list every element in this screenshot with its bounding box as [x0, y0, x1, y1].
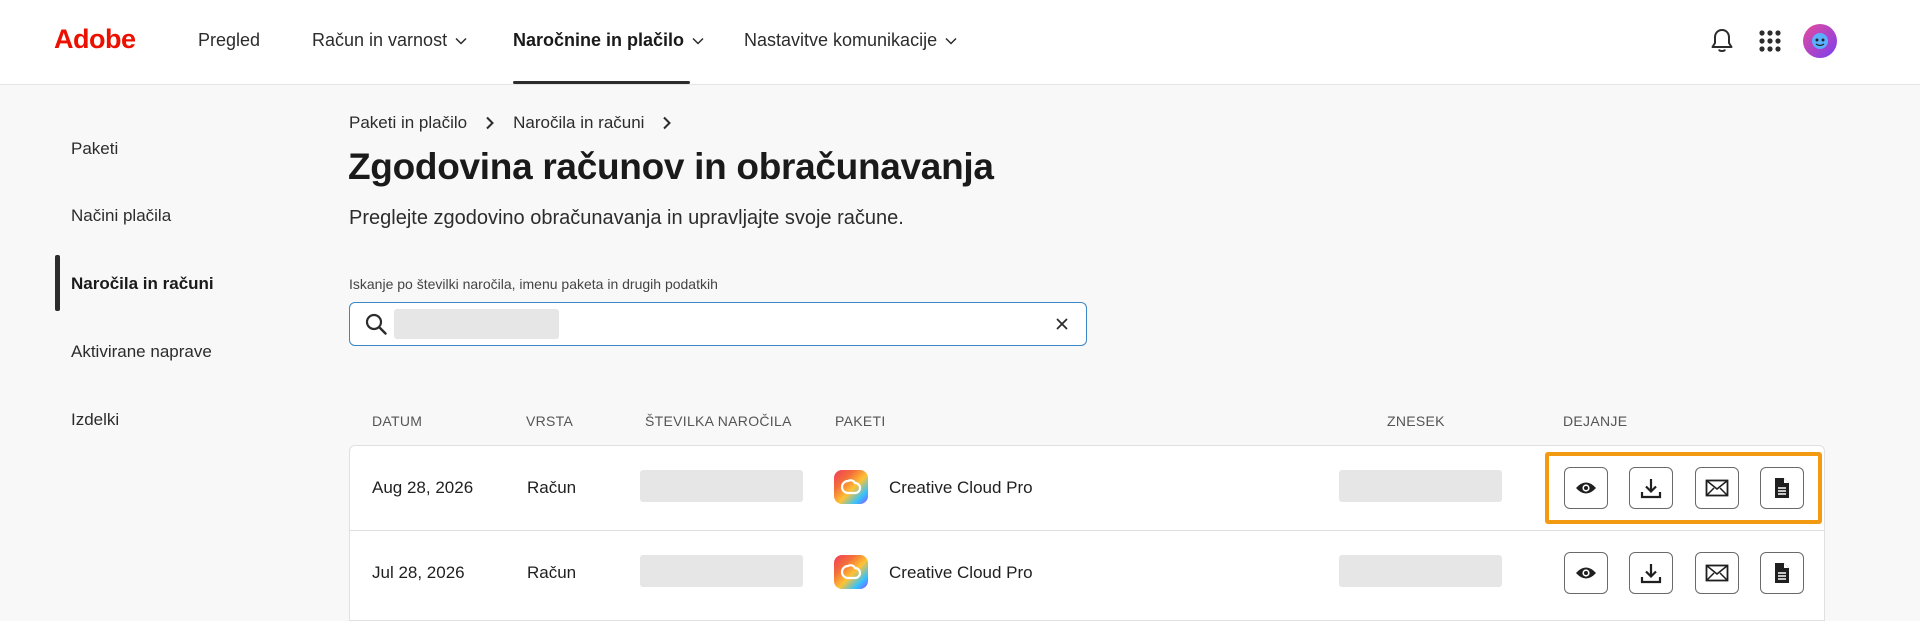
document-invoice-button[interactable] [1760, 552, 1804, 594]
download-invoice-button[interactable] [1629, 467, 1673, 509]
view-icon [1576, 482, 1596, 494]
nav-item-label: Naročnine in plačilo [513, 30, 685, 50]
column-header-order-number[interactable]: ŠTEVILKA NAROČILA [645, 413, 792, 429]
breadcrumb-item[interactable]: Naročila in računi [513, 113, 644, 133]
column-header-type[interactable]: VRSTA [526, 413, 573, 429]
row-plan[interactable]: Creative Cloud Pro [889, 563, 1033, 583]
bell-icon[interactable] [1707, 26, 1737, 56]
chevron-down-icon [692, 37, 704, 45]
view-invoice-button[interactable] [1564, 552, 1608, 594]
nav-item-racun-in-varnost[interactable]: Račun in varnost [312, 30, 467, 51]
document-icon [1775, 478, 1789, 498]
creative-cloud-icon [834, 555, 868, 589]
row-date: Aug 28, 2026 [372, 478, 474, 497]
search-label: Iskanje po številki naročila, imenu pake… [349, 276, 718, 292]
view-icon [1576, 567, 1596, 579]
order-number-redacted [640, 555, 803, 587]
amount-redacted [1339, 555, 1502, 587]
row-plan[interactable]: Creative Cloud Pro [889, 478, 1033, 498]
sidebar-active-indicator [55, 255, 60, 311]
download-invoice-button[interactable] [1629, 552, 1673, 594]
email-invoice-button[interactable] [1695, 467, 1739, 509]
search-icon [365, 313, 387, 335]
order-number-redacted [640, 470, 803, 502]
search-input[interactable] [349, 302, 1087, 346]
nav-item-label: Račun in varnost [312, 30, 448, 50]
page-title: Zgodovina računov in obračunavanja [348, 146, 994, 187]
row-date: Jul 28, 2026 [372, 563, 465, 582]
nav-item-label: Pregled [198, 30, 261, 50]
top-navigation: Adobe Pregled Račun in varnost Naročnine… [0, 0, 1920, 85]
sidebar-item-izdelki[interactable]: Izdelki [71, 410, 119, 430]
email-icon [1705, 479, 1729, 497]
nav-item-pregled[interactable]: Pregled [198, 30, 260, 51]
view-invoice-button[interactable] [1564, 467, 1608, 509]
avatar[interactable] [1803, 24, 1837, 58]
download-icon [1640, 564, 1662, 584]
apps-grid-icon[interactable] [1755, 26, 1785, 56]
sidebar-item-paketi[interactable]: Paketi [71, 139, 118, 159]
email-icon [1705, 564, 1729, 582]
row-type: Račun [527, 478, 577, 497]
search-value-redacted [394, 309, 559, 339]
column-header-actions: DEJANJE [1563, 413, 1628, 429]
breadcrumb-item[interactable]: Paketi in plačilo [349, 113, 467, 133]
email-invoice-button[interactable] [1695, 552, 1739, 594]
row-type: Račun [527, 563, 577, 582]
sidebar-item-nacini-placila[interactable]: Načini plačila [71, 206, 171, 226]
nav-item-nastavitve-komunikacije[interactable]: Nastavitve komunikacije [744, 30, 957, 51]
nav-item-label: Nastavitve komunikacije [744, 30, 938, 50]
creative-cloud-icon [834, 470, 868, 504]
active-tab-indicator [513, 81, 690, 84]
document-invoice-button[interactable] [1760, 467, 1804, 509]
invoice-table: Aug 28, 2026 Račun Creative Cloud Pro Ju… [349, 445, 1825, 621]
adobe-logo[interactable]: Adobe [54, 24, 136, 55]
document-icon [1775, 563, 1789, 583]
breadcrumb: Paketi in plačilo Naročila in računi [349, 113, 672, 133]
table-row: Aug 28, 2026 Račun Creative Cloud Pro [350, 446, 1824, 530]
nav-item-narocnine-in-placilo[interactable]: Naročnine in plačilo [513, 30, 704, 51]
column-header-date[interactable]: DATUM [372, 413, 422, 429]
sidebar-item-aktivirane-naprave[interactable]: Aktivirane naprave [71, 342, 212, 362]
clear-search-button[interactable] [1052, 314, 1072, 334]
avatar-face-icon [1812, 33, 1828, 49]
download-icon [1640, 479, 1662, 499]
chevron-right-icon [486, 116, 495, 130]
chevron-down-icon [945, 37, 957, 45]
amount-redacted [1339, 470, 1502, 502]
sidebar-item-narocila-in-racuni[interactable]: Naročila in računi [71, 274, 214, 294]
page-subtitle: Preglejte zgodovino obračunavanja in upr… [349, 207, 904, 229]
chevron-down-icon [455, 37, 467, 45]
close-icon [1056, 318, 1068, 330]
table-row: Jul 28, 2026 Račun Creative Cloud Pro [350, 530, 1824, 614]
chevron-right-icon [663, 116, 672, 130]
column-header-amount[interactable]: ZNESEK [1387, 413, 1445, 429]
column-header-plans[interactable]: PAKETI [835, 413, 886, 429]
